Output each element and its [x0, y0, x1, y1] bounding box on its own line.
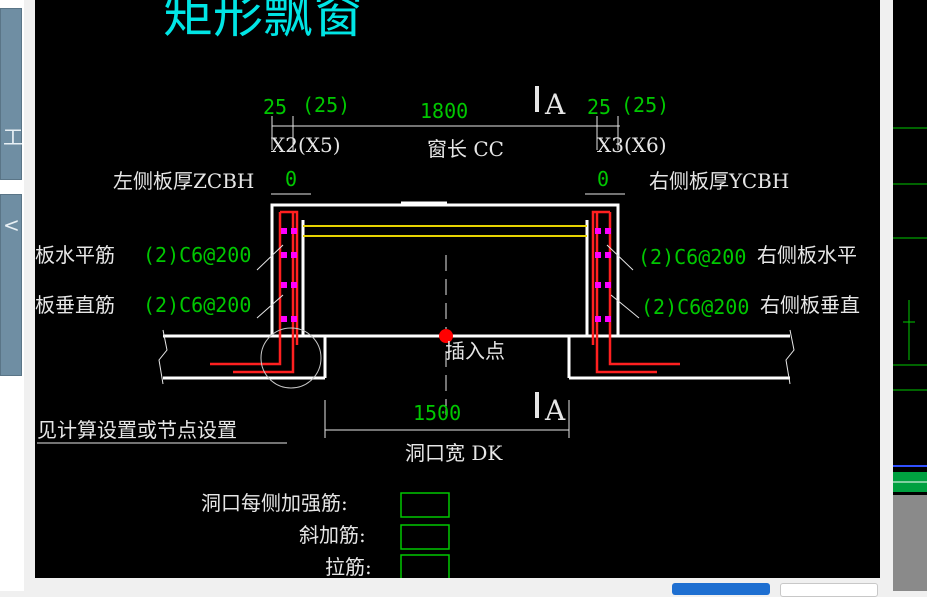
cc-label: 窗长 CC	[427, 137, 504, 161]
left-rebar	[210, 210, 299, 374]
section-mark-top: A	[544, 88, 566, 121]
calc-settings-note[interactable]: 见计算设置或节点设置	[37, 418, 237, 442]
leader-lines	[256, 244, 640, 319]
zcbh-label: 左侧板厚ZCBH	[113, 169, 254, 193]
thumbnail-glyph: <	[3, 213, 20, 237]
window-outline	[270, 201, 620, 336]
side-preview-panel	[893, 0, 927, 591]
left-horizontal-rebar-value: (2)C6@200	[143, 243, 251, 267]
ok-button[interactable]	[672, 583, 770, 595]
thumbnail-item[interactable]: <	[0, 194, 22, 376]
thumbnail-item[interactable]: 工	[0, 8, 23, 180]
ycbh-label: 右侧板厚YCBH	[649, 169, 789, 193]
section-mark-bottom: A	[544, 394, 566, 427]
cancel-button[interactable]	[780, 583, 878, 597]
right-vertical-rebar-label: 右侧板垂直	[760, 293, 860, 317]
x2-label: X2(X5)	[271, 133, 341, 157]
diagonal-rebar-input[interactable]	[400, 524, 450, 550]
opening-reinforcement-label: 洞口每侧加强筋:	[201, 491, 348, 515]
thumbnail-glyph: 工	[3, 125, 23, 149]
left-vertical-rebar-label: 板垂直筋	[35, 293, 115, 317]
cc-value: 1800	[420, 99, 468, 123]
window-beam	[303, 225, 587, 237]
right-horizontal-rebar-label: 右侧板水平	[757, 243, 857, 267]
x2-value: 25	[263, 95, 287, 119]
section-mark-bar-bottom	[535, 392, 539, 418]
right-vertical-rebar-value: (2)C6@200	[641, 295, 749, 319]
ycbh-value: 0	[597, 167, 609, 191]
x3-label: X3(X6)	[597, 133, 667, 157]
x2-paren-value: (25)	[302, 93, 350, 117]
left-vertical-rebar-value: (2)C6@200	[143, 293, 251, 317]
x3-value: 25	[587, 95, 611, 119]
diagram-title: 矩形飘窗	[163, 0, 363, 44]
rebar-diagram: 矩形飘窗 25 (25) X2(X5) 1800 窗长 CC 25 (25) X…	[35, 0, 860, 578]
diagonal-rebar-label: 斜加筋:	[299, 523, 366, 547]
zcbh-value: 0	[285, 167, 297, 191]
tie-bar-label: 拉筋:	[325, 555, 372, 578]
insert-point-label: 插入点	[445, 339, 505, 363]
opening-reinforcement-input[interactable]	[400, 492, 450, 518]
left-horizontal-rebar-label: 板水平筋	[35, 243, 115, 267]
thumbnail-strip: 工 <	[0, 0, 24, 591]
tie-bar-input[interactable]	[400, 554, 450, 578]
section-mark-bar-top	[535, 86, 539, 112]
side-preview-drawing	[893, 127, 927, 492]
right-rebar	[591, 210, 680, 374]
x3-paren-value: (25)	[621, 93, 669, 117]
dk-value: 1500	[413, 401, 461, 425]
drawing-canvas: 矩形飘窗 25 (25) X2(X5) 1800 窗长 CC 25 (25) X…	[35, 0, 880, 578]
right-horizontal-rebar-value: (2)C6@200	[638, 245, 746, 269]
dk-label: 洞口宽 DK	[405, 441, 503, 465]
